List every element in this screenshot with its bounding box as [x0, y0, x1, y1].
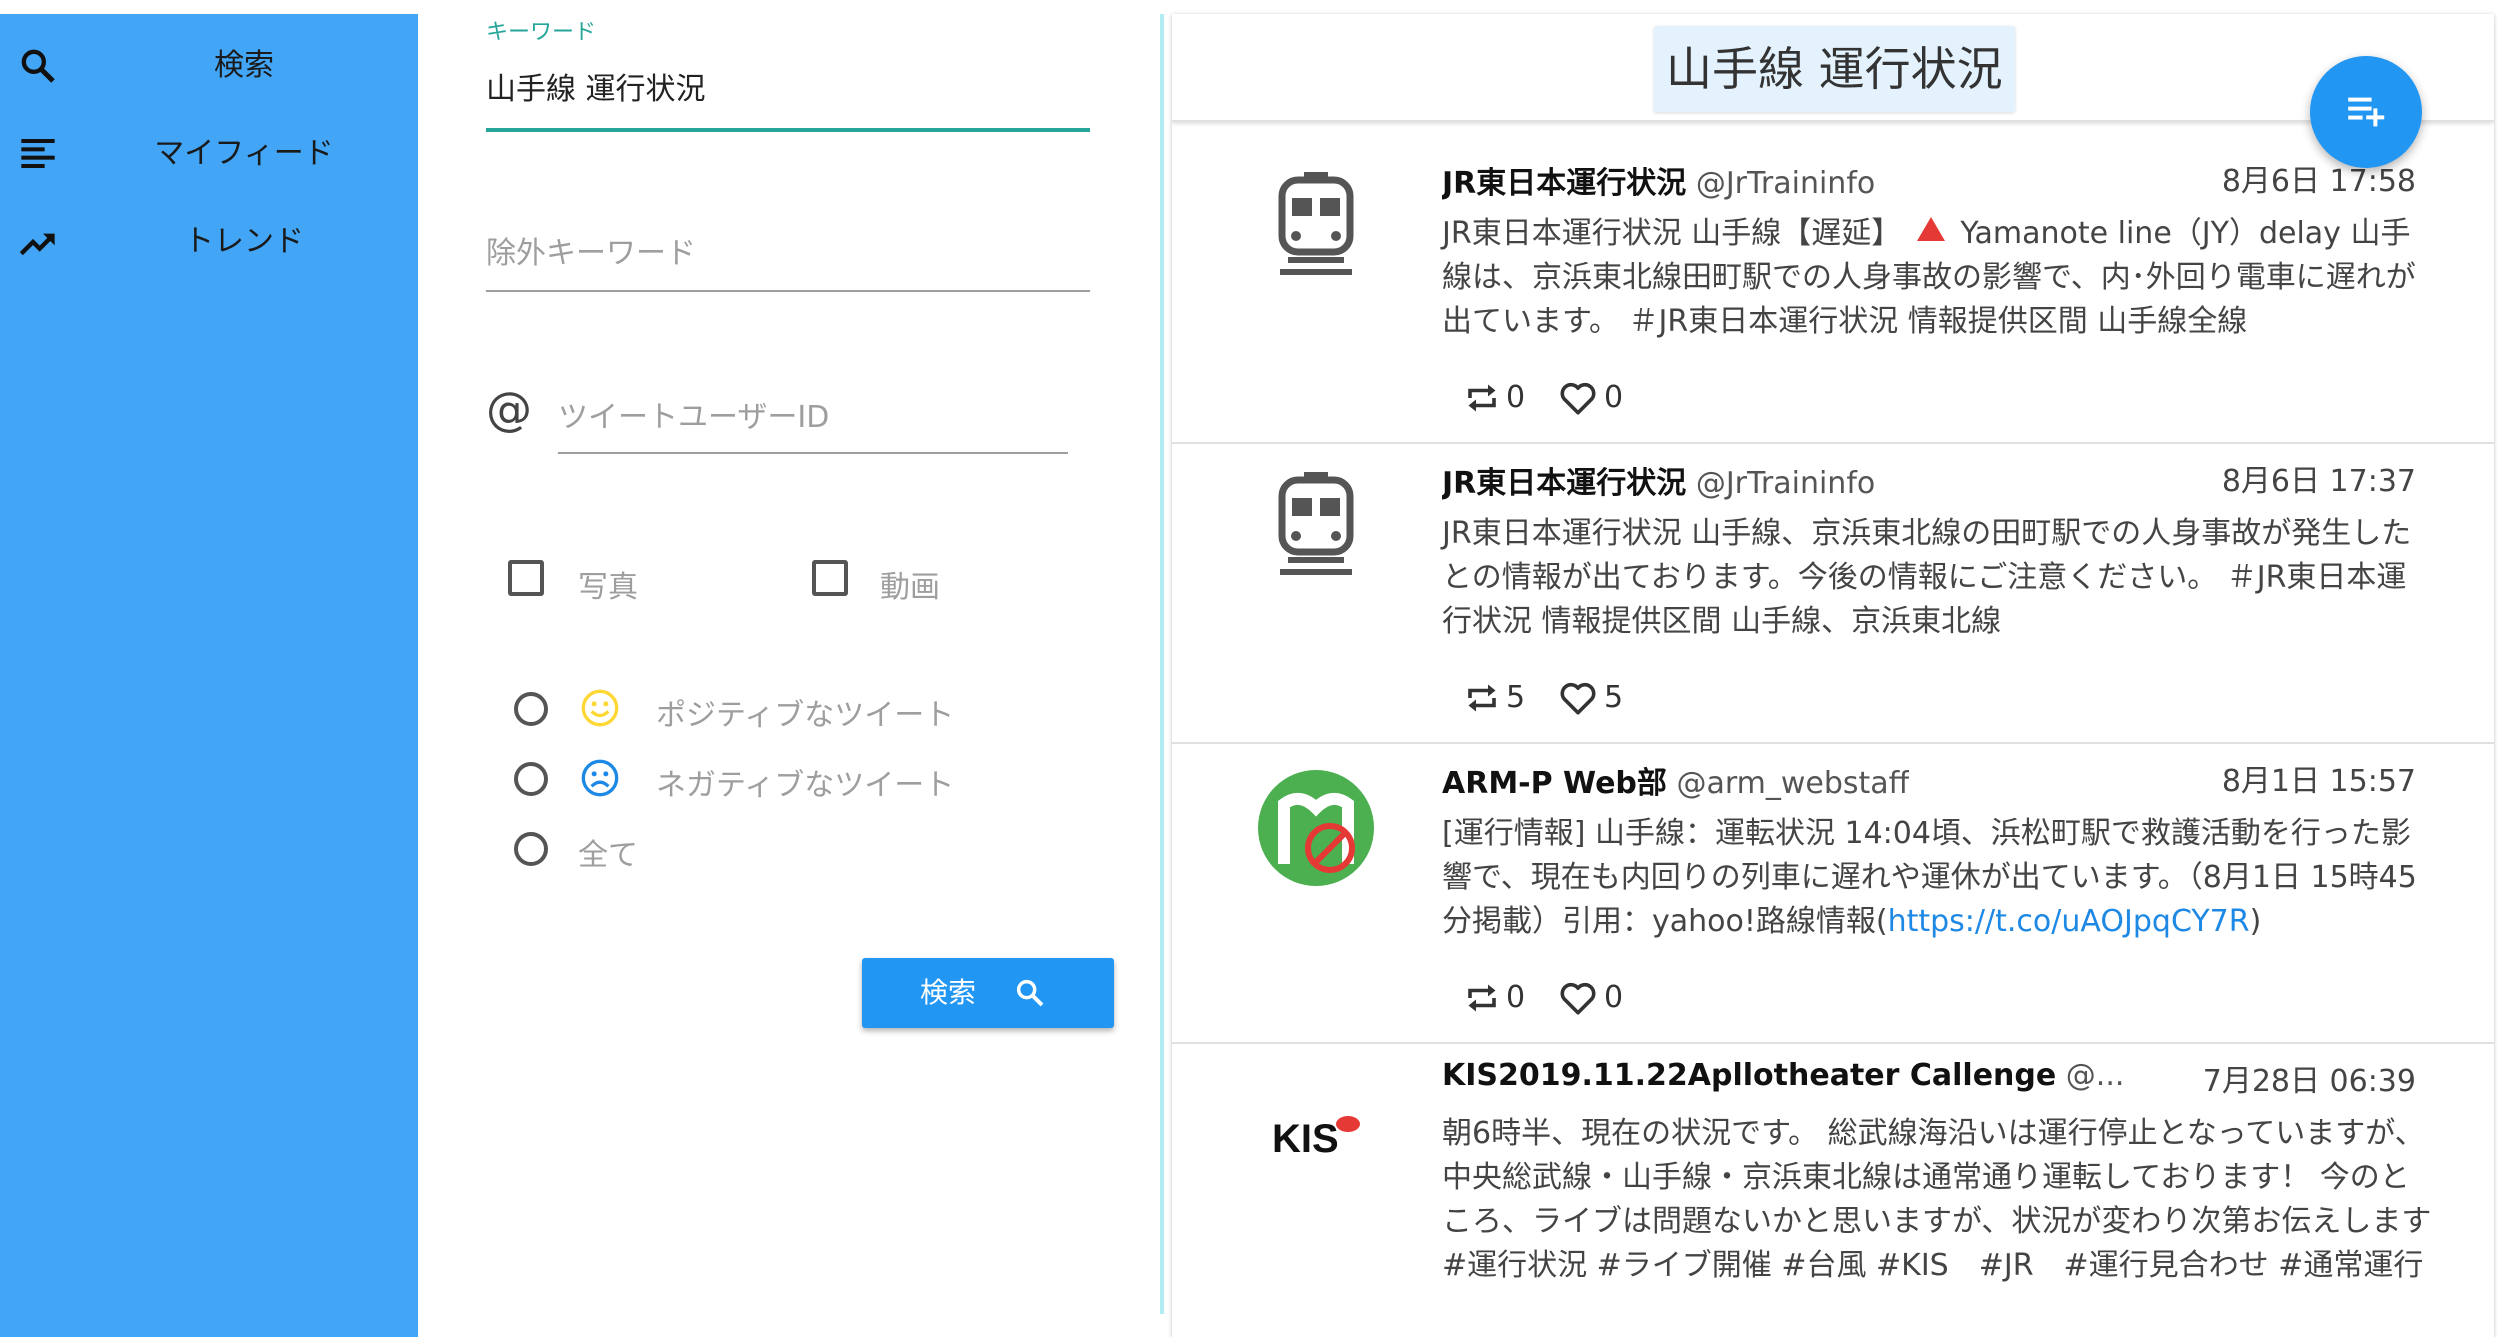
like-count: 0: [1604, 380, 1624, 415]
warning-triangle-icon: [1916, 217, 1945, 241]
tweet-date: 8月1日 15:57: [2221, 764, 2416, 799]
sidebar-item-label: マイフィード: [154, 136, 334, 171]
retweet-icon[interactable]: [1464, 380, 1500, 416]
tweet-name: KIS2019.11.22Apllotheater Callenge: [1442, 1058, 2057, 1093]
tweet-header: JR東日本運行状況 @JrTraininfo: [1442, 458, 1875, 502]
tweet-name: JR東日本運行状況: [1442, 466, 1687, 501]
trending-icon: [19, 233, 55, 256]
sidebar-item-search[interactable]: 検索: [0, 26, 418, 106]
tweet-user[interactable]: @arm_webstaff: [1676, 766, 1909, 801]
heart-icon[interactable]: [1558, 980, 1598, 1016]
kis-logo-text: KIS: [1272, 1117, 1339, 1161]
arm-logo: [1258, 770, 1374, 886]
retweet-count: 0: [1506, 980, 1526, 1015]
tweet-text: [運行情報] 山手線：運転状況 14:04頃、浜松町駅で救護活動を行った影響で、…: [1442, 812, 2432, 944]
search-icon: [21, 49, 55, 83]
search-icon: [1016, 979, 1044, 1007]
tweet-panel: 山手線 運行状況 JR東日本運行状況 @JrTraininfo 8月6日 17:…: [1172, 14, 2494, 1337]
tweet-date: 8月6日 17:37: [2221, 464, 2416, 499]
tweet-date: 7月28日 06:39: [2202, 1064, 2416, 1099]
tweet-item[interactable]: ARM-P Web部 @arm_webstaff 8月1日 15:57 [運行情…: [1172, 744, 2494, 1044]
retweet-icon[interactable]: [1464, 980, 1500, 1016]
sidebar-item-trend[interactable]: トレンド: [0, 202, 418, 282]
tweet-text: 朝6時半、現在の状況です。 総武線海沿いは運行停止となっていますが、中央総武線・…: [1442, 1116, 2432, 1283]
train-icon: [1278, 472, 1354, 575]
video-checkbox[interactable]: [812, 560, 848, 596]
tweet-user[interactable]: @...: [2066, 1058, 2125, 1093]
keyword-label: キーワード: [486, 20, 597, 45]
sidebar-item-label: 検索: [214, 48, 274, 83]
feed-icon: [21, 139, 55, 168]
exclude-keyword-input[interactable]: 除外キーワード: [486, 228, 696, 272]
retweet-icon[interactable]: [1464, 680, 1500, 716]
tweet-item[interactable]: KIS KIS2019.11.22Apllotheater Callenge @…: [1172, 1044, 2494, 1337]
user-id-underline: [558, 452, 1068, 454]
negative-radio[interactable]: [514, 762, 548, 796]
tweet-name: JR東日本運行状況: [1442, 166, 1687, 201]
keyword-input[interactable]: 山手線 運行状況: [486, 64, 706, 108]
photo-label: 写真: [578, 570, 638, 605]
like-count: 0: [1604, 980, 1624, 1015]
negative-label: ネガティブなツイート: [656, 768, 955, 803]
positive-radio[interactable]: [514, 692, 548, 726]
keyword-underline: [486, 128, 1090, 132]
tweet-user[interactable]: @JrTraininfo: [1696, 466, 1875, 501]
sidebar-item-label: トレンド: [184, 224, 304, 259]
tweet-text: JR東日本運行状況 山手線、京浜東北線の田町駅での人身事故が発生したとの情報が出…: [1442, 516, 2412, 639]
add-to-list-button[interactable]: [2310, 56, 2422, 168]
panel-header: 山手線 運行状況: [1172, 14, 2494, 122]
all-label: 全て: [578, 838, 638, 873]
tweet-text-part: JR東日本運行状況 山手線【遅延】: [1442, 216, 1902, 251]
kis-logo: KIS: [1272, 1116, 1360, 1161]
search-button-label: 検索: [920, 976, 977, 1009]
heart-icon[interactable]: [1558, 680, 1598, 716]
user-id-input[interactable]: ツイートユーザーID: [558, 392, 829, 436]
tweet-item[interactable]: JR東日本運行状況 @JrTraininfo 8月6日 17:37 JR東日本運…: [1172, 444, 2494, 744]
retweet-count: 0: [1506, 380, 1526, 415]
heart-icon[interactable]: [1558, 380, 1598, 416]
tweet-name: ARM-P Web部: [1442, 766, 1667, 801]
video-label: 動画: [880, 570, 940, 605]
search-button[interactable]: 検索: [862, 958, 1114, 1028]
tweet-header: JR東日本運行状況 @JrTraininfo: [1442, 158, 1875, 202]
playlist-add-icon: [2348, 97, 2385, 127]
sidebar: 検索 マイフィード トレンド: [0, 14, 418, 1337]
tweet-text-part: ): [2249, 904, 2262, 939]
divider: [1160, 14, 1164, 1314]
sad-icon: [581, 759, 619, 797]
positive-label: ポジティブなツイート: [656, 698, 955, 733]
at-sign: @: [486, 382, 532, 436]
sidebar-item-myfeed[interactable]: マイフィード: [0, 114, 418, 194]
tweet-text: JR東日本運行状況 山手線【遅延】 Yamanote line（JY）delay…: [1442, 212, 2432, 344]
like-count: 5: [1604, 680, 1624, 715]
exclude-underline: [486, 290, 1090, 292]
panel-title: 山手線 運行状況: [1654, 26, 2015, 112]
all-radio[interactable]: [514, 832, 548, 866]
train-icon: [1278, 172, 1354, 275]
tweet-link[interactable]: https://t.co/uAOJpqCY7R: [1888, 904, 2250, 939]
tweet-item[interactable]: JR東日本運行状況 @JrTraininfo 8月6日 17:58 JR東日本運…: [1172, 144, 2494, 444]
tweet-header: KIS2019.11.22Apllotheater Callenge @...: [1442, 1058, 2124, 1093]
smile-icon: [581, 689, 619, 727]
tweet-header: ARM-P Web部 @arm_webstaff: [1442, 758, 1909, 802]
photo-checkbox[interactable]: [508, 560, 544, 596]
tweet-user[interactable]: @JrTraininfo: [1696, 166, 1875, 201]
retweet-count: 5: [1506, 680, 1526, 715]
